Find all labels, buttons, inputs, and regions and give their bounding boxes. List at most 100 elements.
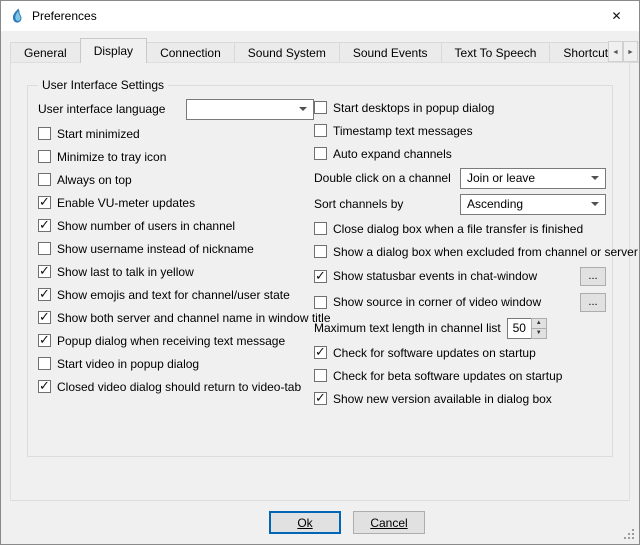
checkbox[interactable]: [314, 296, 327, 309]
checkbox[interactable]: [38, 265, 51, 278]
statusbar-events-more-button[interactable]: ...: [580, 267, 606, 286]
sort-channels-row: Sort channels by Ascending: [314, 191, 606, 217]
checkbox-row[interactable]: Show number of users in channel: [38, 214, 314, 237]
video-source-more-button[interactable]: ...: [580, 293, 606, 312]
checkbox-row[interactable]: Auto expand channels: [314, 142, 606, 165]
checkbox[interactable]: [38, 311, 51, 324]
checkbox-label: Start minimized: [57, 127, 140, 141]
user-interface-settings-group: User Interface Settings User interface l…: [27, 85, 613, 457]
spinner-buttons: ▲ ▼: [531, 318, 547, 339]
checkbox-row[interactable]: Close dialog box when a file transfer is…: [314, 217, 606, 240]
checkbox-label: Start desktops in popup dialog: [333, 101, 494, 115]
tab-sound-events[interactable]: Sound Events: [339, 42, 442, 63]
checkbox[interactable]: [314, 147, 327, 160]
checkbox-row[interactable]: Start video in popup dialog: [38, 352, 314, 375]
ok-button[interactable]: Ok: [269, 511, 341, 534]
language-row: User interface language: [38, 96, 314, 122]
tab-display[interactable]: Display: [80, 38, 147, 63]
resize-grip[interactable]: [623, 528, 636, 541]
checkbox-row[interactable]: Show both server and channel name in win…: [38, 306, 314, 329]
tab-text-to-speech[interactable]: Text To Speech: [441, 42, 551, 63]
checkbox[interactable]: [314, 369, 327, 382]
tab-connection[interactable]: Connection: [146, 42, 235, 63]
tab-sound-system[interactable]: Sound System: [234, 42, 340, 63]
dropdown-value: Join or leave: [467, 171, 585, 185]
sort-channels-label: Sort channels by: [314, 197, 403, 211]
preferences-dialog: Preferences ✕ General Display Connection…: [0, 0, 640, 545]
close-button[interactable]: ✕: [594, 1, 639, 31]
checkbox-label: Check for software updates on startup: [333, 346, 536, 360]
max-text-length-row: Maximum text length in channel list 50 ▲…: [314, 315, 606, 341]
tab-scroll-right-button[interactable]: ►: [623, 41, 638, 62]
checkbox-label: Auto expand channels: [333, 147, 452, 161]
checkbox-row[interactable]: Show username instead of nickname: [38, 237, 314, 260]
checkbox-row[interactable]: Show last to talk in yellow: [38, 260, 314, 283]
tab-scroll: ◄ ►: [608, 41, 638, 62]
checkbox-row[interactable]: Popup dialog when receiving text message: [38, 329, 314, 352]
sort-channels-dropdown[interactable]: Ascending: [460, 194, 606, 215]
right-column: Start desktops in popup dialog Timestamp…: [314, 96, 606, 410]
checkbox-row[interactable]: Always on top: [38, 168, 314, 191]
tab-general[interactable]: General: [10, 42, 81, 63]
tab-scroll-left-button[interactable]: ◄: [608, 41, 623, 62]
checkbox-row[interactable]: Minimize to tray icon: [38, 145, 314, 168]
checkbox[interactable]: [38, 380, 51, 393]
checkbox-row[interactable]: Closed video dialog should return to vid…: [38, 375, 314, 398]
checkbox-row[interactable]: Start desktops in popup dialog: [314, 96, 606, 119]
checkbox-row[interactable]: Enable VU-meter updates: [38, 191, 314, 214]
checkbox-row[interactable]: Check for beta software updates on start…: [314, 364, 606, 387]
checkbox-label: Close dialog box when a file transfer is…: [333, 222, 583, 236]
checkbox-row[interactable]: Timestamp text messages: [314, 119, 606, 142]
checkbox[interactable]: [314, 245, 327, 258]
checkbox[interactable]: [38, 219, 51, 232]
checkbox[interactable]: [38, 173, 51, 186]
checkbox-label: Minimize to tray icon: [57, 150, 166, 164]
titlebar: Preferences ✕: [1, 1, 639, 31]
double-click-row: Double click on a channel Join or leave: [314, 165, 606, 191]
checkbox[interactable]: [314, 101, 327, 114]
spinner-value[interactable]: 50: [507, 318, 531, 339]
app-icon: [9, 8, 25, 24]
language-label: User interface language: [38, 102, 165, 116]
ok-button-label: Ok: [297, 516, 312, 530]
chevron-down-icon: [591, 202, 599, 206]
checkbox[interactable]: [38, 357, 51, 370]
spinner-down-button[interactable]: ▼: [531, 328, 547, 339]
checkbox-label: Show last to talk in yellow: [57, 265, 194, 279]
checkbox-label: Always on top: [57, 173, 132, 187]
checkbox[interactable]: [38, 127, 51, 140]
checkbox-label: Show username instead of nickname: [57, 242, 254, 256]
checkbox-label: Start video in popup dialog: [57, 357, 199, 371]
checkbox-label: Show a dialog box when excluded from cha…: [333, 245, 638, 259]
checkbox-row[interactable]: Check for software updates on startup: [314, 341, 606, 364]
group-title: User Interface Settings: [38, 78, 168, 92]
double-click-dropdown[interactable]: Join or leave: [460, 168, 606, 189]
checkbox-row[interactable]: Start minimized: [38, 122, 314, 145]
max-text-length-spinner[interactable]: 50 ▲ ▼: [507, 318, 547, 339]
chevron-down-icon: [299, 107, 307, 111]
checkbox-row[interactable]: Show emojis and text for channel/user st…: [38, 283, 314, 306]
checkbox[interactable]: [314, 222, 327, 235]
checkbox-label: Show new version available in dialog box: [333, 392, 552, 406]
video-source-row[interactable]: Show source in corner of video window ..…: [314, 289, 606, 315]
checkbox[interactable]: [38, 334, 51, 347]
checkbox[interactable]: [314, 346, 327, 359]
checkbox-row[interactable]: Show a dialog box when excluded from cha…: [314, 240, 606, 263]
checkbox[interactable]: [38, 288, 51, 301]
checkbox[interactable]: [38, 150, 51, 163]
language-dropdown[interactable]: [186, 99, 314, 120]
checkbox-row[interactable]: Show new version available in dialog box: [314, 387, 606, 410]
checkbox-label: Closed video dialog should return to vid…: [57, 380, 301, 394]
cancel-button-label: Cancel: [370, 516, 407, 530]
cancel-button[interactable]: Cancel: [353, 511, 425, 534]
tab-bar: General Display Connection Sound System …: [10, 38, 639, 63]
checkbox[interactable]: [314, 270, 327, 283]
checkbox-label: Timestamp text messages: [333, 124, 473, 138]
double-click-label: Double click on a channel: [314, 171, 451, 185]
checkbox[interactable]: [314, 392, 327, 405]
checkbox-label: Popup dialog when receiving text message: [57, 334, 285, 348]
checkbox[interactable]: [314, 124, 327, 137]
checkbox[interactable]: [38, 196, 51, 209]
statusbar-events-row[interactable]: Show statusbar events in chat-window ...: [314, 263, 606, 289]
checkbox[interactable]: [38, 242, 51, 255]
